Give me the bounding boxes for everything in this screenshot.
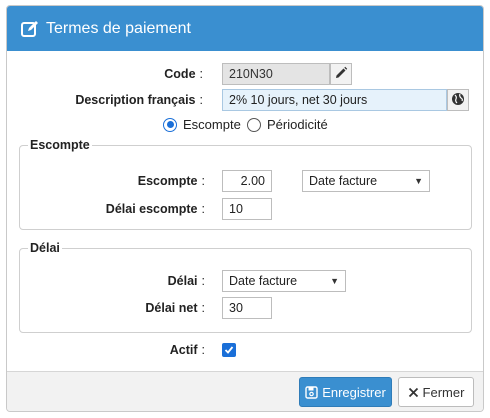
edit-code-button[interactable] [330,63,352,85]
radio-escompte[interactable]: Escompte [163,117,241,132]
code-label: Code: [164,67,203,81]
close-button[interactable]: Fermer [398,377,474,407]
payment-terms-dialog: Termes de paiement Code: 210N30 Descript… [6,5,484,412]
close-label: Fermer [422,384,465,400]
edit-icon [21,20,39,38]
globe-icon [451,92,465,109]
escompte-date-select[interactable]: Date facture ▼ [302,170,430,192]
escompte-legend: Escompte [30,138,90,152]
delai-escompte-label: Délai escompte: [105,202,205,216]
escompte-date-select-value: Date facture [309,174,378,188]
dialog-header: Termes de paiement [7,6,483,51]
actif-checkbox[interactable] [222,343,236,357]
delai-net-row: Délai net: 30 [7,297,272,319]
delai-row: Délai: Date facture ▼ [7,270,346,292]
pencil-icon [334,66,348,83]
description-label: Description français: [75,93,203,107]
escompte-row: Escompte: 2.00 Date facture ▼ [7,170,430,192]
delai-legend: Délai [30,241,60,255]
actif-label: Actif: [169,343,205,357]
radio-periodicite-indicator[interactable] [247,117,261,132]
delai-date-select-value: Date facture [229,274,298,288]
description-input[interactable]: 2% 10 jours, net 30 jours [222,89,447,111]
save-icon [305,385,318,399]
escompte-input[interactable]: 2.00 [222,170,272,192]
delai-net-input[interactable]: 30 [222,297,272,319]
save-button[interactable]: Enregistrer [299,377,392,407]
escompte-label: Escompte: [137,174,205,188]
delai-net-label: Délai net: [145,301,205,315]
radio-periodicite[interactable]: Périodicité [247,117,328,132]
dialog-footer: Enregistrer Fermer [7,371,483,411]
caret-down-icon: ▼ [414,176,423,186]
dialog-title: Termes de paiement [46,19,191,37]
radio-escompte-label: Escompte [183,117,241,132]
delai-date-select[interactable]: Date facture ▼ [222,270,346,292]
delai-escompte-input[interactable]: 10 [222,198,272,220]
radio-periodicite-label: Périodicité [267,117,328,132]
delai-label: Délai: [167,274,205,288]
close-icon [408,387,419,398]
description-row: Description français: 2% 10 jours, net 3… [7,89,469,111]
code-field[interactable]: 210N30 [222,63,330,85]
caret-down-icon: ▼ [330,276,339,286]
translate-button[interactable] [447,89,469,111]
checkmark-icon [224,343,234,358]
radio-escompte-indicator[interactable] [163,117,177,132]
delai-escompte-row: Délai escompte: 10 [7,198,272,220]
actif-row: Actif: [7,343,236,357]
save-label: Enregistrer [322,384,386,400]
code-row: Code: 210N30 [7,63,352,85]
